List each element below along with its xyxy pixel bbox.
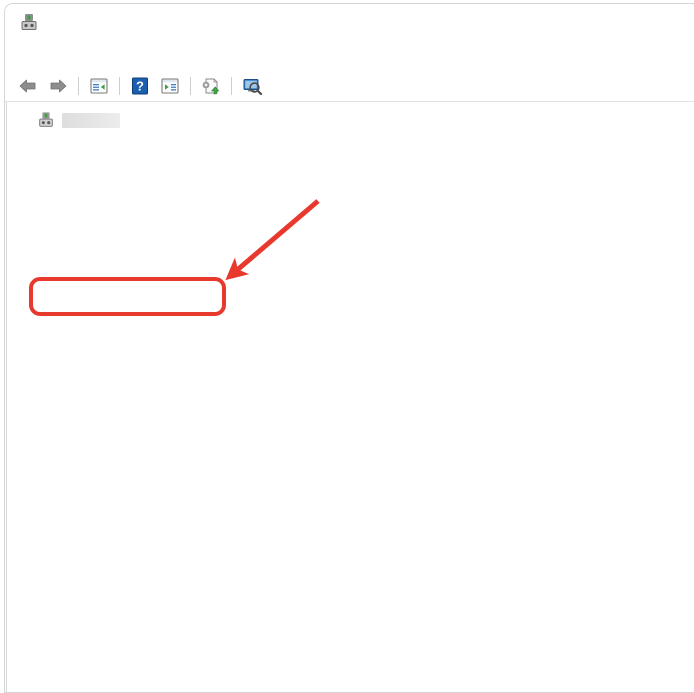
- menu-file[interactable]: [17, 52, 35, 58]
- scan-hardware-changes-icon: [241, 77, 263, 95]
- help-button[interactable]: ?: [125, 73, 155, 99]
- window-title-bar: [5, 4, 694, 40]
- back-arrow-icon: [18, 78, 38, 94]
- update-driver-icon: [200, 77, 222, 95]
- update-driver-button[interactable]: [196, 73, 226, 99]
- device-tree[interactable]: [11, 109, 694, 692]
- toolbar-separator: [78, 76, 79, 95]
- svg-text:?: ?: [136, 78, 144, 93]
- tree-root-node[interactable]: [11, 109, 694, 132]
- menu-action[interactable]: [35, 52, 53, 58]
- menu-help[interactable]: [71, 52, 89, 58]
- show-hide-console-tree-icon: [89, 77, 109, 95]
- show-hide-console-tree-button[interactable]: [84, 73, 114, 99]
- pane-left-border: [6, 102, 7, 692]
- help-icon: ?: [131, 77, 149, 95]
- toolbar: ?: [5, 70, 694, 102]
- properties-button[interactable]: [155, 73, 185, 99]
- computer-root-icon: [37, 111, 55, 129]
- scan-hardware-changes-button[interactable]: [237, 73, 267, 99]
- device-manager-window: ?: [4, 3, 694, 693]
- toolbar-separator: [190, 76, 191, 95]
- toolbar-separator: [231, 76, 232, 95]
- properties-icon: [160, 77, 180, 95]
- device-tree-pane[interactable]: [5, 102, 694, 692]
- forward-arrow-icon: [48, 78, 68, 94]
- back-button[interactable]: [13, 73, 43, 99]
- menu-view[interactable]: [53, 52, 71, 58]
- toolbar-separator: [119, 76, 120, 95]
- menu-bar: [5, 40, 694, 70]
- forward-button[interactable]: [43, 73, 73, 99]
- redacted-computer-name: [62, 112, 120, 128]
- device-manager-icon: [19, 12, 39, 32]
